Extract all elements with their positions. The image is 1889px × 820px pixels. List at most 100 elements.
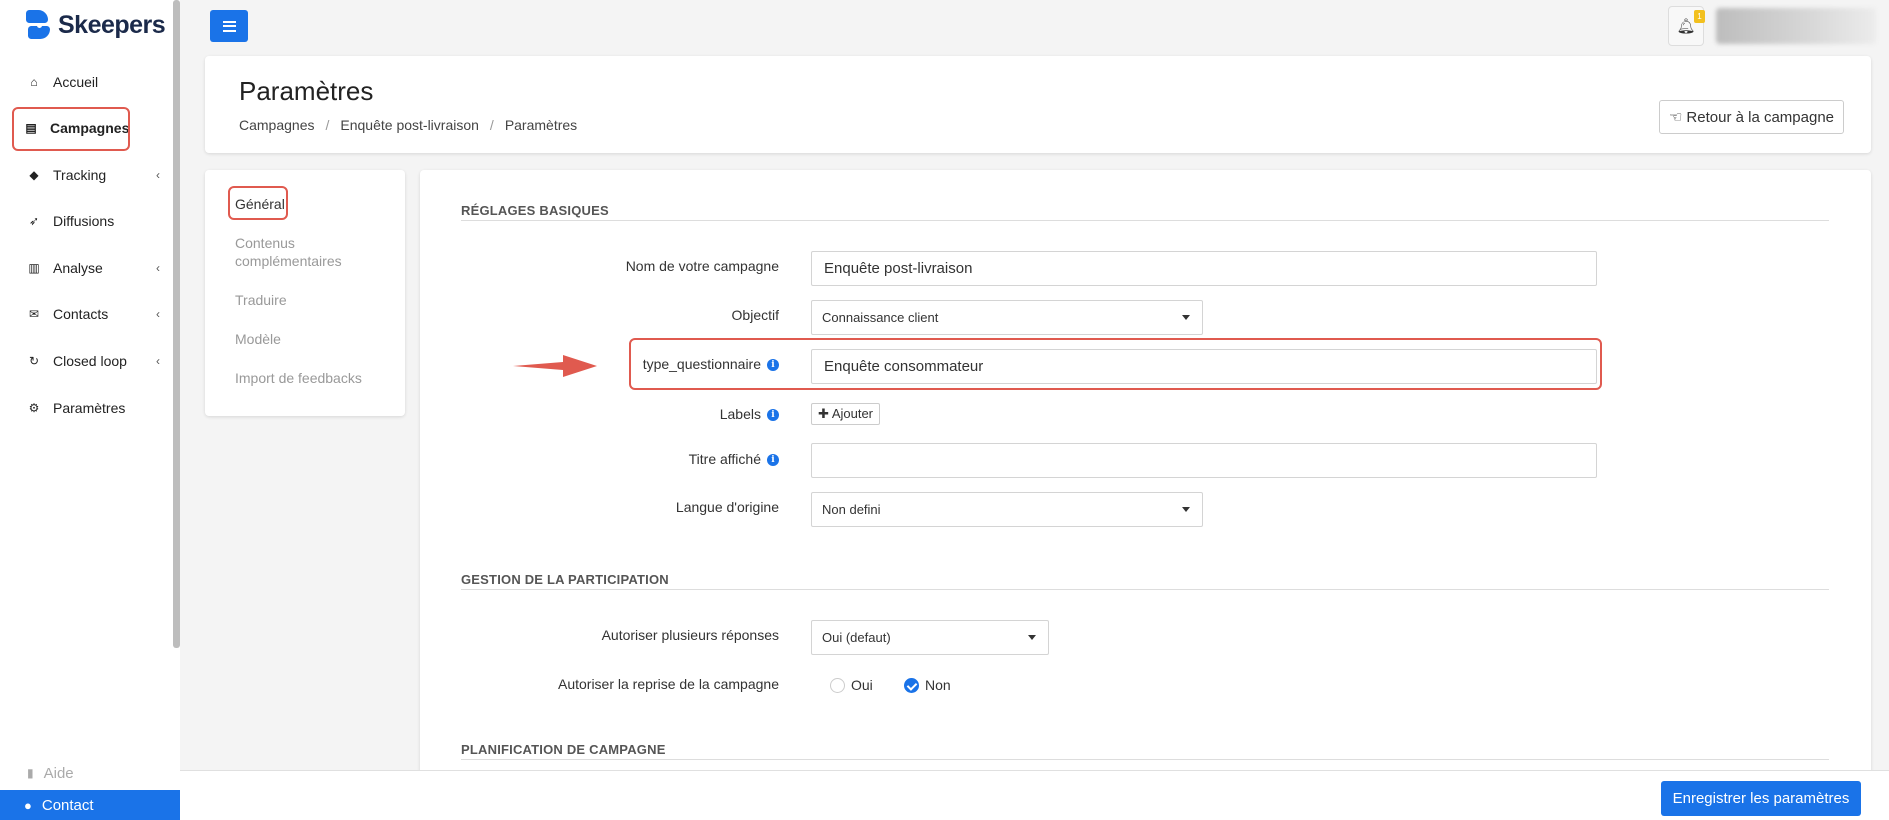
save-settings-button[interactable]: Enregistrer les paramètres [1661,781,1861,816]
tab-contenus-complementaires[interactable]: Contenus complémentaires [235,234,385,270]
radio-oui[interactable]: Oui [830,677,873,693]
objective-value: Connaissance client [822,310,939,325]
type-questionnaire-input[interactable]: Enquête consommateur [811,349,1597,384]
hamburger-icon [222,20,236,32]
type-questionnaire-label-text: type_questionnaire [642,356,761,372]
labels-label-text: Labels [719,406,761,422]
chevron-left-icon: ‹ [156,168,160,182]
sidebar-item-tracking[interactable]: ◆ Tracking ‹ [0,160,172,190]
hand-pointer-icon: ☜ [1668,109,1683,126]
sidebar-item-label: Tracking [53,167,107,183]
radio-label: Oui [851,677,873,693]
caret-down-icon [1028,635,1036,640]
rocket-icon: ➶ [28,214,40,228]
section-divider [461,220,1829,221]
skeepers-logo-icon [24,10,52,40]
section-divider [461,759,1829,760]
sidebar-item-label: Analyse [53,260,103,276]
gear-icon: ⚙ [28,401,40,415]
type-questionnaire-label: type_questionnaire i [420,356,779,372]
info-icon[interactable]: i [767,454,779,467]
breadcrumb-separator: / [325,117,330,133]
annotation-arrow-icon [513,355,597,377]
sidebar: Skeepers ⌂ Accueil ▤ Campagnes ◆ Trackin… [0,0,180,820]
settings-form: RÉGLAGES BASIQUES Nom de votre campagne … [420,170,1871,780]
add-label-button[interactable]: ✚ Ajouter [811,403,881,425]
menu-toggle-button[interactable] [210,10,248,42]
sidebar-item-analyse[interactable]: ▥ Analyse ‹ [0,253,172,283]
settings-tabs: Général Contenus complémentaires Traduir… [205,170,405,416]
brand-name: Skeepers [58,10,166,39]
chevron-left-icon: ‹ [156,261,160,275]
sidebar-help[interactable]: ▮ Aide [0,760,172,786]
radio-non[interactable]: Non [904,677,951,693]
page-title: Paramètres [239,76,374,106]
sidebar-item-label: Closed loop [53,353,127,369]
info-icon[interactable]: i [767,359,779,372]
chat-icon: ● [24,797,32,813]
return-to-campaign-button[interactable]: ☜ Retour à la campagne [1659,100,1844,134]
tab-general[interactable]: Général [235,195,285,213]
section-title: RÉGLAGES BASIQUES [461,203,609,218]
user-menu-blurred[interactable] [1716,8,1876,44]
book-icon: ▮ [27,766,34,780]
origin-language-label: Langue d'origine [675,499,779,515]
add-label-text: Ajouter [831,406,874,421]
sidebar-item-diffusions[interactable]: ➶ Diffusions [0,206,172,236]
section-title: PLANIFICATION DE CAMPAGNE [461,742,666,757]
campaign-name-label: Nom de votre campagne [625,258,779,274]
notification-badge: 1 [1694,10,1705,23]
refresh-icon: ↻ [28,354,40,368]
contact-label: Contact [41,796,94,814]
sidebar-scrollbar[interactable] [173,0,180,648]
objective-select[interactable]: Connaissance client [811,300,1203,335]
caret-down-icon [1182,507,1190,512]
resume-campaign-label: Autoriser la reprise de la campagne [557,676,779,692]
sidebar-item-label: Paramètres [53,400,126,416]
radio-checked-icon [904,677,919,693]
labels-label: Labels i [420,406,779,422]
envelope-icon: ✉ [28,307,40,321]
help-label: Aide [43,764,74,782]
multiple-answers-label: Autoriser plusieurs réponses [601,627,779,643]
info-icon[interactable]: i [767,409,779,422]
radio-label: Non [925,677,951,693]
origin-language-select[interactable]: Non defini [811,492,1203,527]
objective-label: Objectif [731,307,779,323]
skeepers-logo[interactable]: Skeepers [24,10,166,40]
return-button-label: Retour à la campagne [1686,108,1835,126]
breadcrumb-item: Paramètres [504,117,578,133]
radio-circle [830,677,845,693]
tag-icon: ◆ [29,168,39,182]
multiple-answers-value: Oui (defaut) [822,630,891,645]
tab-import-feedbacks[interactable]: Import de feedbacks [235,369,362,387]
campaign-name-input[interactable]: Enquête post-livraison [811,251,1597,286]
section-divider [461,589,1829,590]
contact-button[interactable]: ● Contact [0,790,180,820]
chevron-left-icon: ‹ [156,354,160,368]
tab-modele[interactable]: Modèle [235,330,281,348]
breadcrumb-item[interactable]: Enquête post-livraison [340,117,479,133]
sidebar-item-closed-loop[interactable]: ↻ Closed loop ‹ [0,346,172,376]
sidebar-item-label: Accueil [53,74,99,90]
sidebar-item-parametres[interactable]: ⚙ Paramètres [0,393,172,423]
tab-traduire[interactable]: Traduire [235,291,287,309]
caret-down-icon [1182,315,1190,320]
campagnes-highlight [12,107,130,151]
multiple-answers-select[interactable]: Oui (defaut) [811,620,1049,655]
sidebar-item-contacts[interactable]: ✉ Contacts ‹ [0,299,172,329]
plus-icon: ✚ [818,406,829,421]
breadcrumb-item[interactable]: Campagnes [239,117,315,133]
sidebar-item-accueil[interactable]: ⌂ Accueil [0,67,172,97]
bar-chart-icon: ▥ [28,261,40,275]
sidebar-item-label: Diffusions [53,213,115,229]
chevron-left-icon: ‹ [156,307,160,321]
breadcrumb: Campagnes / Enquête post-livraison / Par… [239,117,577,133]
displayed-title-input[interactable] [811,443,1597,478]
displayed-title-label: Titre affiché i [420,451,779,467]
page-header: Paramètres Campagnes / Enquête post-livr… [205,56,1871,153]
sidebar-item-label: Contacts [53,306,109,322]
bell-icon: 🔔︎ [1676,18,1696,35]
section-title: GESTION DE LA PARTICIPATION [461,572,669,587]
notifications-button[interactable]: 🔔︎ 1 [1668,6,1705,46]
